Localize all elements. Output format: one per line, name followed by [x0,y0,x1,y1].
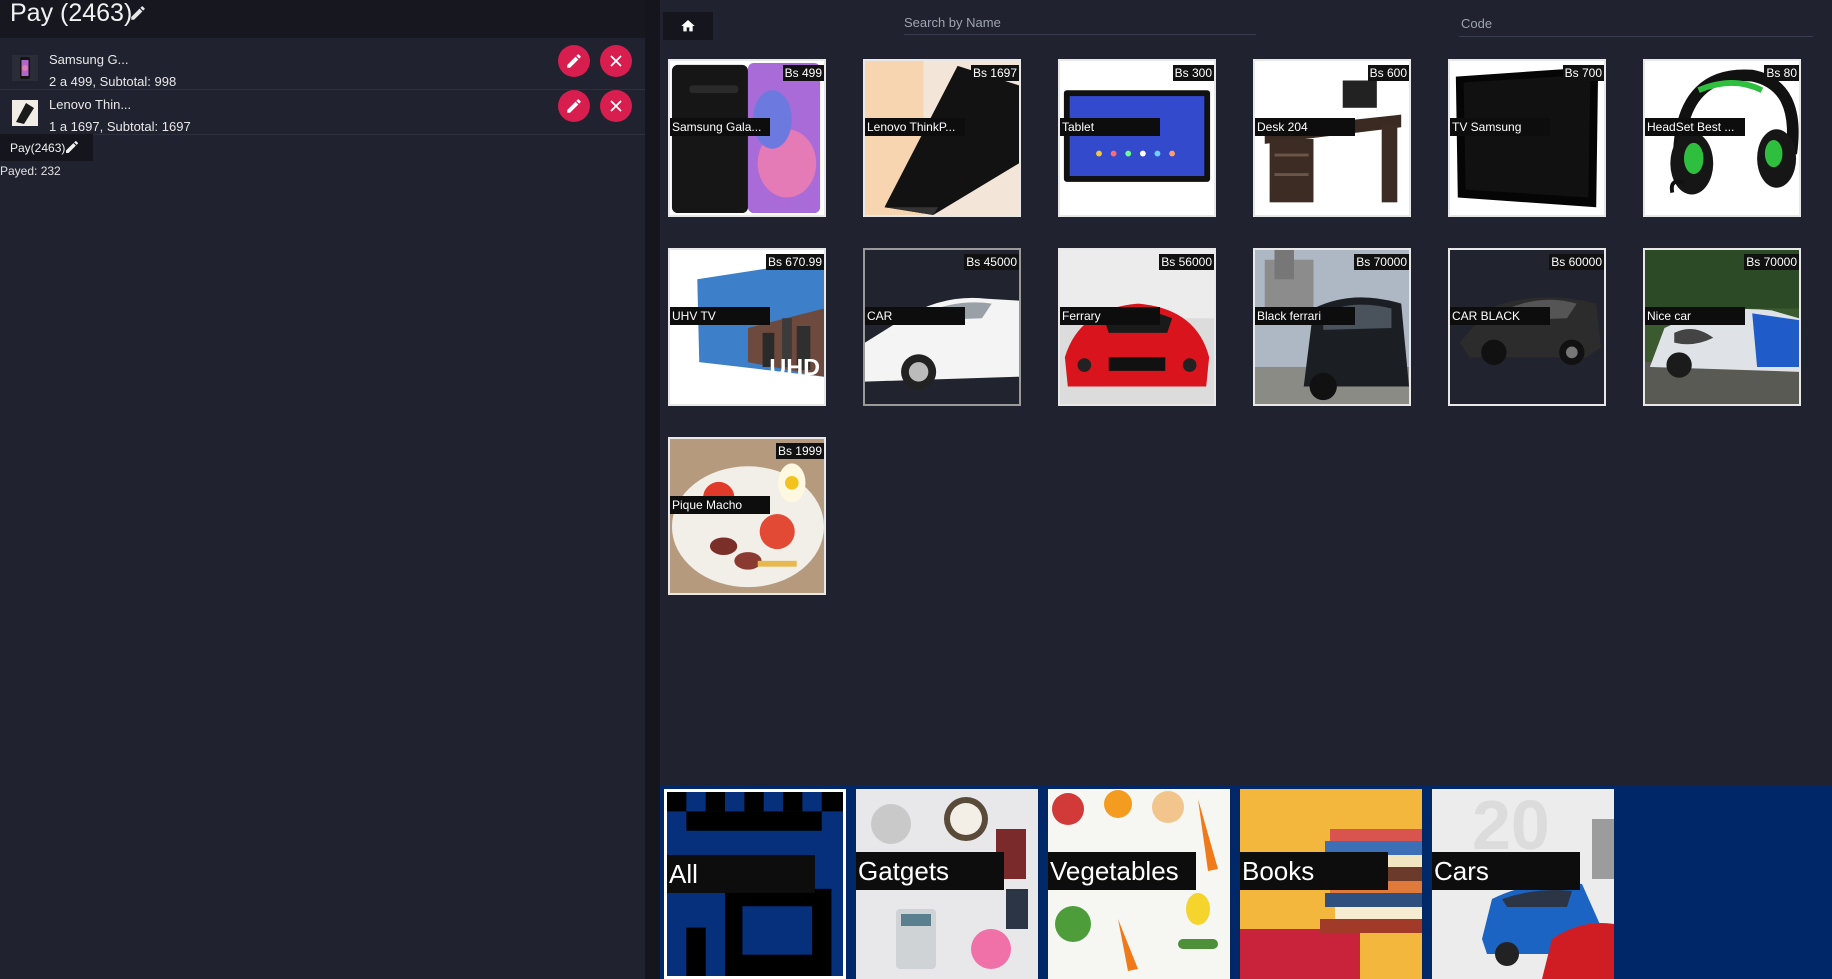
cart-item-detail: 1 a 1697, Subtotal: 1697 [49,119,191,134]
category-bar: All Gatgets Vegetables Books 20 Cars [660,785,1832,979]
vertical-scrollbar[interactable] [1820,0,1832,768]
category-vegetables[interactable]: Vegetables [1048,789,1230,979]
product-name: Black ferrari [1255,307,1355,325]
uhd-tv-label: UHD TV [769,354,824,380]
category-label: Books [1240,852,1388,890]
product-name: Pique Macho [670,496,770,514]
product-card[interactable]: Bs 1999 Pique Macho [668,437,826,595]
category-gadgets[interactable]: Gatgets [856,789,1038,979]
product-card[interactable]: Bs 70000 Black ferrari [1253,248,1411,406]
product-price: Bs 70000 [1354,254,1409,270]
product-price: Bs 670.99 [765,254,824,270]
product-name: CAR [865,307,965,325]
home-icon [681,20,695,32]
payed-amount: Payed: 232 [0,164,61,178]
product-name: Tablet [1060,118,1160,136]
remove-item-button[interactable] [600,45,632,77]
cart-item: Samsung G... 2 a 499, Subtotal: 998 [0,45,645,90]
product-card[interactable]: Bs 70000 Nice car [1643,248,1801,406]
tv-image [1450,61,1604,215]
black-suv-image [1255,250,1409,404]
product-price: Bs 80 [1764,65,1799,81]
product-price: Bs 60000 [1549,254,1604,270]
category-label: Cars [1432,852,1580,890]
product-name: Samsung Gala... [670,118,770,136]
product-price: Bs 45000 [964,254,1019,270]
pencil-icon [567,54,581,68]
category-books[interactable]: Books [1240,789,1422,979]
product-name: Ferrary [1060,307,1160,325]
close-icon [610,100,622,112]
product-price: Bs 1999 [775,443,824,459]
cart-item-name: Lenovo Thin... [49,97,132,112]
pay-button-label: Pay(2463) [10,141,66,155]
edit-title-icon[interactable] [129,4,147,22]
category-label: Vegetables [1048,852,1196,890]
product-card[interactable]: Bs 1697 Lenovo ThinkP... [863,59,1021,217]
product-name: Nice car [1645,307,1745,325]
product-card[interactable]: Bs 60000 CAR BLACK [1448,248,1606,406]
smartphone-image [670,61,824,215]
red-ferrari-image [1060,250,1214,404]
product-card[interactable]: Bs 700 TV Samsung [1448,59,1606,217]
product-panel: Bs 499 Samsung Gala... Bs 1697 Lenovo Th… [660,0,1820,768]
desk-image [1255,61,1409,215]
edit-item-button[interactable] [558,90,590,122]
home-button[interactable] [663,12,713,40]
product-card[interactable]: UHD TV Bs 670.99 UHV TV [668,248,826,406]
product-price: Bs 300 [1172,65,1214,81]
product-name: Desk 204 [1255,118,1355,136]
product-name: TV Samsung [1450,118,1550,136]
product-name: CAR BLACK [1450,307,1550,325]
product-card[interactable]: Bs 600 Desk 204 [1253,59,1411,217]
pay-title: Pay (2463) [10,0,133,27]
edit-item-button[interactable] [558,45,590,77]
product-card[interactable]: Bs 300 Tablet [1058,59,1216,217]
product-toolbar [660,0,1820,40]
food-plate-image [670,439,824,593]
cart-item-detail: 2 a 499, Subtotal: 998 [49,74,177,89]
close-icon [610,55,622,67]
category-label: All [667,855,815,893]
product-name: Lenovo ThinkP... [865,118,965,136]
cart-header: Pay (2463) [0,0,645,38]
category-all[interactable]: All [664,789,846,979]
remove-item-button[interactable] [600,90,632,122]
black-car-image [1450,250,1604,404]
product-price: Bs 1697 [970,65,1019,81]
product-price: Bs 70000 [1744,254,1799,270]
cart-item-name: Samsung G... [49,52,129,67]
product-price: Bs 499 [782,65,824,81]
uhd-tv-image: UHD TV [670,250,824,404]
laptop-thumbnail-icon [12,100,38,126]
laptop-image [865,61,1019,215]
product-name: UHV TV [670,307,770,325]
product-card[interactable]: Bs 56000 Ferrary [1058,248,1216,406]
cart-panel: Pay (2463) Samsung G... 2 a 499, Subtota… [0,0,645,979]
product-card[interactable]: Bs 45000 CAR [863,248,1021,406]
phone-thumbnail-icon [12,55,38,81]
code-input[interactable] [1459,10,1813,37]
pay-button[interactable]: Pay(2463) [0,134,93,161]
product-price: Bs 700 [1562,65,1604,81]
pencil-icon [567,99,581,113]
category-cars[interactable]: 20 Cars [1432,789,1614,979]
product-card[interactable]: Bs 80 HeadSet Best ... [1643,59,1801,217]
panel-divider [645,0,660,979]
pencil-icon[interactable] [64,139,80,155]
product-price: Bs 56000 [1159,254,1214,270]
search-input[interactable] [904,10,1256,35]
product-name: HeadSet Best ... [1645,118,1745,136]
product-card[interactable]: Bs 499 Samsung Gala... [668,59,826,217]
product-price: Bs 600 [1367,65,1409,81]
category-label: Gatgets [856,852,1004,890]
white-car-image [865,250,1019,404]
camo-car-image [1645,250,1799,404]
cart-item: Lenovo Thin... 1 a 1697, Subtotal: 1697 [0,90,645,135]
tablet-image [1060,61,1214,215]
headset-image [1645,61,1799,215]
